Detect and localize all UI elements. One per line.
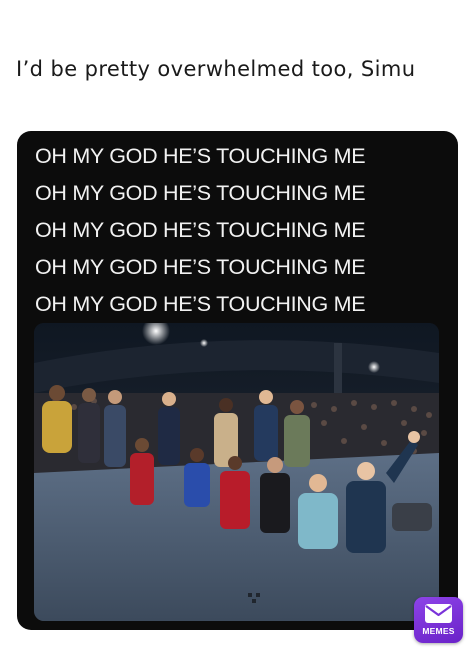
meme-text-block: OH MY GOD HE’S TOUCHING ME OH MY GOD HE’… bbox=[35, 138, 445, 323]
cast-group-photo bbox=[34, 323, 439, 621]
post-caption: I’d be pretty overwhelmed too, Simu bbox=[16, 57, 416, 81]
group-photo-illustration bbox=[34, 323, 439, 621]
meme-text-line: OH MY GOD HE’S TOUCHING ME bbox=[35, 181, 366, 205]
meme-text-line: OH MY GOD HE’S TOUCHING ME bbox=[35, 218, 366, 242]
meme-card: OH MY GOD HE’S TOUCHING ME OH MY GOD HE’… bbox=[17, 131, 458, 630]
meme-text-line: OH MY GOD HE’S TOUCHING ME bbox=[35, 255, 366, 279]
meme-text-line: OH MY GOD HE’S TOUCHING ME bbox=[35, 292, 366, 316]
envelope-icon bbox=[425, 604, 452, 623]
meme-text-line: OH MY GOD HE’S TOUCHING ME bbox=[35, 144, 366, 168]
memes-app-badge[interactable]: MEMES bbox=[414, 597, 463, 643]
badge-label: MEMES bbox=[422, 626, 455, 636]
